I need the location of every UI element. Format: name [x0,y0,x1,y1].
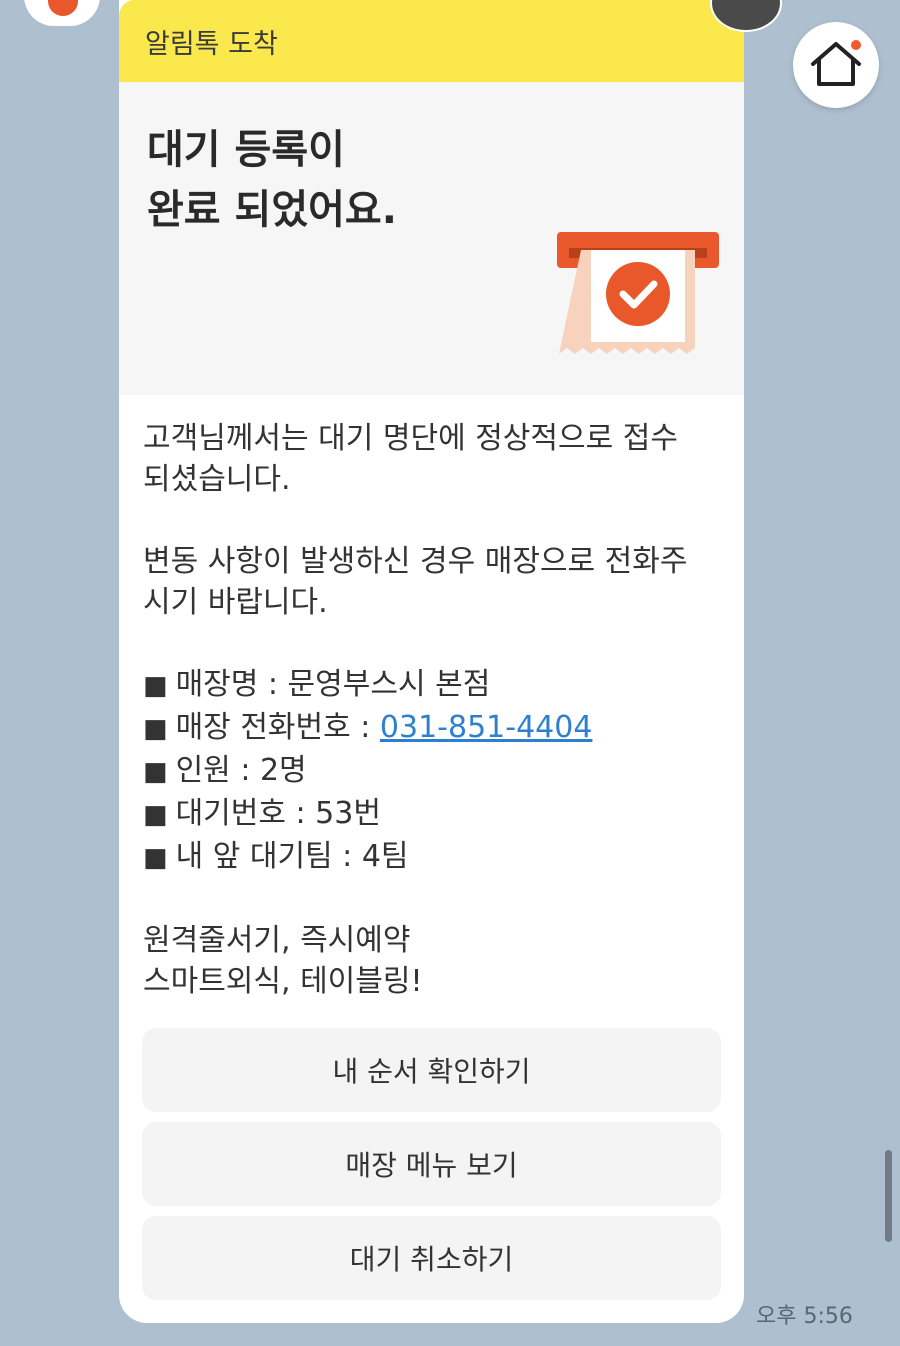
message-paragraph-2: 변동 사항이 발생하신 경우 매장으로 전화주 시기 바랍니다. [143,544,688,620]
store-phone: ■ 매장 전화번호 : 031-851-4404 [143,710,593,745]
avatar-hat-icon [48,0,78,16]
scrollbar[interactable] [885,1150,892,1242]
bullet-square-icon: ■ [143,671,168,701]
message-timestamp: 오후 5:56 [756,1304,853,1329]
store-phone-link[interactable]: 031-851-4404 [380,710,593,745]
teams-ahead: ■ 내 앞 대기팀 : 4팀 [143,839,409,874]
profile-avatar[interactable] [24,0,100,26]
view-menu-button[interactable]: 매장 메뉴 보기 [142,1122,721,1206]
bullet-square-icon: ■ [143,843,168,873]
message-body: 고객님께서는 대기 명단에 정상적으로 접수 되셨습니다. 변동 사항이 발생하… [143,418,723,1002]
waiting-number: ■ 대기번호 : 53번 [143,796,381,831]
alimtalk-header: 알림톡 도착 [119,0,744,82]
bullet-square-icon: ■ [143,800,168,830]
reservation-details: ■ 매장명 : 문영부스시 본점 ■ 매장 전화번호 : 031-851-4404 … [143,664,723,879]
bullet-square-icon: ■ [143,757,168,787]
party-size: ■ 인원 : 2명 [143,753,307,788]
home-button[interactable] [793,22,879,108]
header-label: 알림톡 도착 [145,29,278,60]
message-paragraph-1: 고객님께서는 대기 명단에 정상적으로 접수 되셨습니다. [143,421,678,497]
cancel-wait-button[interactable]: 대기 취소하기 [142,1216,721,1300]
hero-section: 대기 등록이 완료 되었어요. [119,82,744,395]
hero-title-line1: 대기 등록이 [147,127,345,173]
store-name: ■ 매장명 : 문영부스시 본점 [143,667,491,702]
hero-title-line2: 완료 되었어요. [147,187,397,233]
promo-text: 원격줄서기, 즉시예약 스마트외식, 테이블링! [143,923,423,999]
check-order-button[interactable]: 내 순서 확인하기 [142,1028,721,1112]
hero-title: 대기 등록이 완료 되었어요. [147,120,397,240]
receipt-check-icon [557,232,719,362]
bullet-square-icon: ■ [143,714,168,744]
notification-dot-icon [851,40,861,50]
message-bubble: 알림톡 도착 대기 등록이 완료 되었어요. 고객님께서는 대기 명단에 정상적… [119,0,744,1323]
